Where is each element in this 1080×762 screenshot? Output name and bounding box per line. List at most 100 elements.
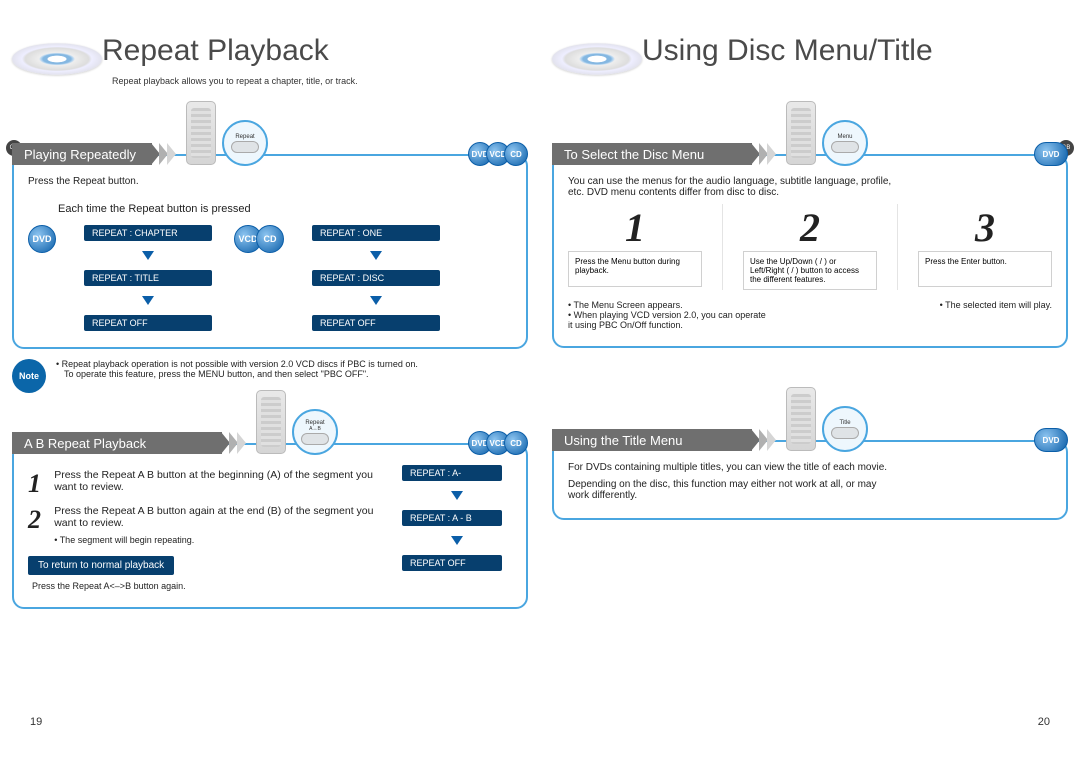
button-chip-icon <box>301 433 329 445</box>
page-number: 19 <box>30 716 42 728</box>
flow-item: REPEAT : ONE <box>312 225 440 241</box>
remote-icon <box>786 101 816 165</box>
pill-cd: CD <box>504 431 528 455</box>
content-box: 1 Press the Repeat A B button at the beg… <box>12 443 528 609</box>
page-title: Using Disc Menu/Title <box>642 34 933 68</box>
step-box: Use the Up/Down ( / ) or Left/Right ( / … <box>743 251 877 290</box>
arrow-down-icon <box>142 296 154 305</box>
step-cell: 2 Use the Up/Down ( / ) or Left/Right ( … <box>743 204 877 290</box>
return-text: Press the Repeat A<–>B button again. <box>32 581 378 591</box>
note-line: To operate this feature, press the MENU … <box>64 369 418 379</box>
step-number: 1 <box>568 204 702 251</box>
page-heading: Repeat Playback Repeat playback allows y… <box>12 20 528 80</box>
step-number: 2 <box>743 204 877 251</box>
ribbon-label: To Select the Disc Menu <box>552 143 752 165</box>
step-number: 2 <box>28 505 46 535</box>
button-chip-icon <box>231 141 259 153</box>
remote-icon <box>186 101 216 165</box>
flow-dvd: REPEAT : CHAPTER REPEAT : TITLE REPEAT O… <box>84 225 212 331</box>
arrow-down-icon <box>451 536 463 545</box>
step-text: Press the Repeat A B button at the begin… <box>54 469 378 493</box>
pill-dvd: DVD <box>1034 428 1068 452</box>
manual-right-page: GB Using Disc Menu/Title To Select the D… <box>540 0 1080 762</box>
flow-item: REPEAT OFF <box>312 315 440 331</box>
remote-icon <box>256 390 286 454</box>
step-row: 1 Press the Repeat A B button at the beg… <box>28 469 378 499</box>
page-subtitle: Repeat playback allows you to repeat a c… <box>112 76 358 86</box>
arrow-down-icon <box>370 251 382 260</box>
button-zoom-repeat-ab: Repeat A↔B <box>292 409 338 455</box>
section-ribbon: Playing Repeatedly Repeat DVD VCD CD <box>12 142 528 166</box>
page-heading: Using Disc Menu/Title <box>552 20 1068 80</box>
page-number: 20 <box>1038 716 1050 728</box>
disc-type-pills: DVD VCD CD <box>474 142 528 166</box>
note-block: Note Repeat playback operation is not po… <box>12 359 528 393</box>
section-ab-repeat: A B Repeat Playback Repeat A↔B DVD VCD C… <box>12 431 528 609</box>
zoom-label: Menu <box>837 134 852 140</box>
flow-item: REPEAT : TITLE <box>84 270 212 286</box>
disc-icon <box>12 43 102 75</box>
ribbon-chevrons <box>152 143 176 165</box>
flow-ab: REPEAT : A- REPEAT : A - B REPEAT OFF <box>402 465 512 571</box>
flow-item: REPEAT OFF <box>84 315 212 331</box>
instruction: Press the Repeat button. <box>28 176 512 187</box>
ribbon-label: A B Repeat Playback <box>12 432 222 454</box>
flow-vcd-cd: REPEAT : ONE REPEAT : DISC REPEAT OFF <box>312 225 440 331</box>
flow-item: REPEAT OFF <box>402 555 502 571</box>
arrow-down-icon <box>451 491 463 500</box>
pill-dvd: DVD <box>1034 142 1068 166</box>
content-box: You can use the menus for the audio lang… <box>552 154 1068 348</box>
disc-tag-dvd: DVD <box>28 225 56 253</box>
pill-cd: CD <box>504 142 528 166</box>
return-label: To return to normal playback <box>28 556 174 575</box>
section-disc-menu: To Select the Disc Menu Menu DVD You can… <box>552 142 1068 348</box>
bullet-text: The Menu Screen appears. <box>568 300 768 310</box>
ribbon-label: Using the Title Menu <box>552 429 752 451</box>
section-ribbon: A B Repeat Playback Repeat A↔B DVD VCD C… <box>12 431 528 455</box>
step-grid: 1 Press the Menu button during playback.… <box>568 204 1052 290</box>
content-box: Press the Repeat button. Each time the R… <box>12 154 528 349</box>
separator <box>897 204 898 290</box>
button-zoom-title: Title <box>822 406 868 452</box>
flow-item: REPEAT : A- <box>402 465 502 481</box>
section-ribbon: To Select the Disc Menu Menu DVD <box>552 142 1068 166</box>
disc-icon <box>552 43 642 75</box>
step-box: Press the Menu button during playback. <box>568 251 702 287</box>
page-title: Repeat Playback <box>102 34 329 68</box>
button-chip-icon <box>831 141 859 153</box>
ribbon-label: Playing Repeatedly <box>12 143 152 165</box>
arrow-down-icon <box>142 251 154 260</box>
step-box: Press the Enter button. <box>918 251 1052 287</box>
section-ribbon: Using the Title Menu Title DVD <box>552 428 1068 452</box>
flow-item: REPEAT : A - B <box>402 510 502 526</box>
zoom-sublabel: A↔B <box>309 426 321 432</box>
note-line: Repeat playback operation is not possibl… <box>56 359 418 369</box>
ribbon-chevrons <box>222 432 246 454</box>
step-bullet: The segment will begin repeating. <box>54 535 378 545</box>
bullet-text: The selected item will play. <box>940 300 1052 310</box>
step-text: Press the Repeat A B button again at the… <box>54 505 378 529</box>
each-time-label: Each time the Repeat button is pressed <box>58 203 512 215</box>
step-number: 3 <box>918 204 1052 251</box>
section-playing-repeatedly: Playing Repeatedly Repeat DVD VCD CD Pre… <box>12 142 528 393</box>
separator <box>722 204 723 290</box>
disc-tag-cd: CD <box>256 225 284 253</box>
intro-text: You can use the menus for the audio lang… <box>568 176 898 198</box>
disc-type-pills: DVD VCD CD <box>474 431 528 455</box>
button-zoom-repeat: Repeat <box>222 120 268 166</box>
paragraph: Depending on the disc, this function may… <box>568 479 888 501</box>
ribbon-chevrons <box>752 429 776 451</box>
manual-left-page: GB Repeat Playback Repeat playback allow… <box>0 0 540 762</box>
section-title-menu: Using the Title Menu Title DVD For DVDs … <box>552 428 1068 520</box>
zoom-label: Title <box>839 420 850 426</box>
button-chip-icon <box>831 427 859 439</box>
note-icon: Note <box>12 359 46 393</box>
ribbon-chevrons <box>752 143 776 165</box>
disc-tag-vcd-cd: VCD CD <box>240 225 284 253</box>
arrow-down-icon <box>370 296 382 305</box>
step-number: 1 <box>28 469 46 499</box>
step-cell: 3 Press the Enter button. <box>918 204 1052 290</box>
flow-item: REPEAT : DISC <box>312 270 440 286</box>
disc-type-pills: DVD <box>1040 428 1068 452</box>
disc-type-pills: DVD <box>1040 142 1068 166</box>
